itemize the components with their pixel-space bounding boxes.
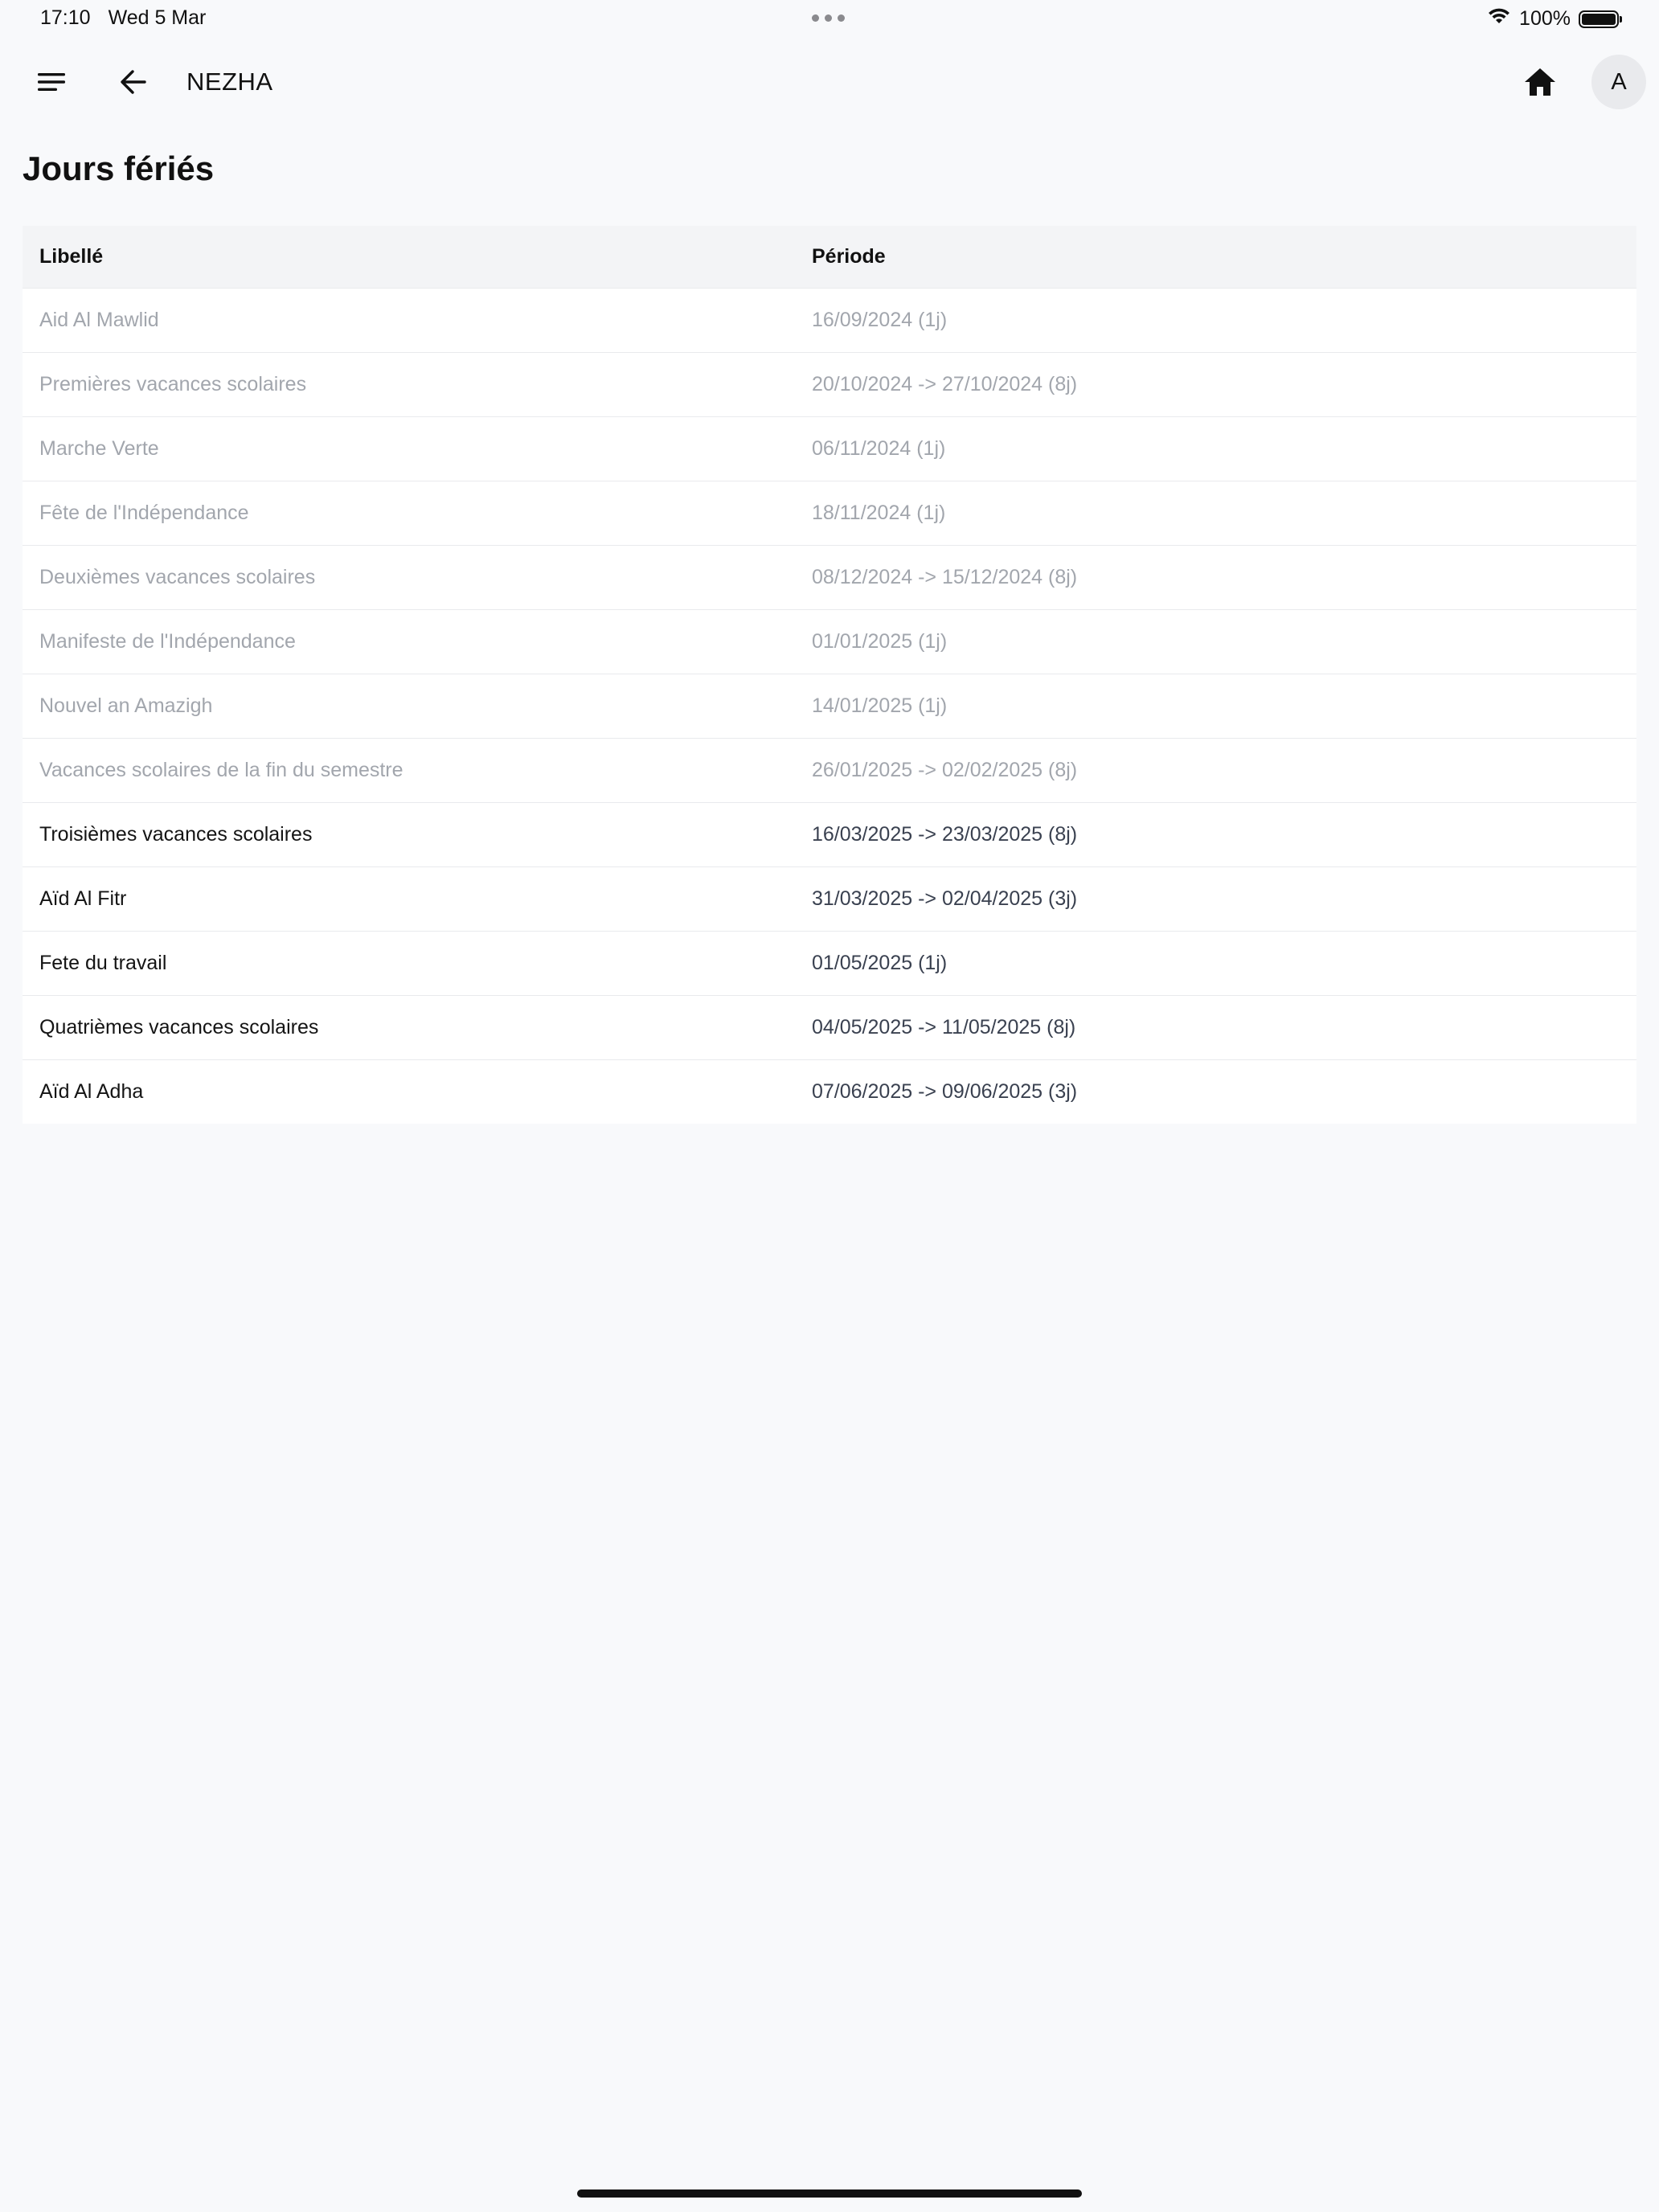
holiday-label: Aïd Al Adha <box>39 1080 144 1103</box>
holiday-label: Troisièmes vacances scolaires <box>39 823 313 846</box>
holiday-period: 31/03/2025 -> 02/04/2025 (3j) <box>812 887 1078 910</box>
table-row[interactable]: Aïd Al Adha 07/06/2025 -> 09/06/2025 (3j) <box>23 1059 1636 1124</box>
holiday-label: Premières vacances scolaires <box>39 373 307 395</box>
holiday-label: Marche Verte <box>39 437 159 460</box>
back-button[interactable] <box>114 63 153 101</box>
holiday-period: 18/11/2024 (1j) <box>812 502 946 524</box>
wifi-icon <box>1487 6 1511 31</box>
home-icon <box>1525 68 1555 96</box>
app-bar: NEZHA A <box>0 48 1659 116</box>
holiday-period: 01/01/2025 (1j) <box>812 630 948 653</box>
status-left: 17:10 Wed 5 Mar <box>40 6 206 30</box>
column-header-period[interactable]: Période <box>812 245 1636 268</box>
holiday-period: 08/12/2024 -> 15/12/2024 (8j) <box>812 566 1078 588</box>
status-bar: 17:10 Wed 5 Mar 100% <box>0 0 1659 39</box>
holiday-period: 04/05/2025 -> 11/05/2025 (8j) <box>812 1016 1076 1038</box>
table-row[interactable]: Nouvel an Amazigh 14/01/2025 (1j) <box>23 674 1636 738</box>
holiday-period: 06/11/2024 (1j) <box>812 437 946 460</box>
avatar[interactable]: A <box>1591 55 1646 109</box>
table-row[interactable]: Fête de l'Indépendance 18/11/2024 (1j) <box>23 481 1636 545</box>
home-indicator[interactable] <box>577 2189 1082 2198</box>
table-row[interactable]: Manifeste de l'Indépendance 01/01/2025 (1… <box>23 609 1636 674</box>
status-date: Wed 5 Mar <box>108 6 207 29</box>
avatar-initial: A <box>1611 68 1627 95</box>
table-row[interactable]: Fete du travail 01/05/2025 (1j) <box>23 931 1636 995</box>
table-row[interactable]: Troisièmes vacances scolaires 16/03/2025 … <box>23 802 1636 866</box>
holiday-period: 16/09/2024 (1j) <box>812 309 948 331</box>
menu-icon <box>38 73 65 91</box>
battery-percentage: 100% <box>1519 7 1571 30</box>
table-row[interactable]: Quatrièmes vacances scolaires 04/05/2025 … <box>23 995 1636 1059</box>
holiday-label: Manifeste de l'Indépendance <box>39 630 296 653</box>
holiday-period: 16/03/2025 -> 23/03/2025 (8j) <box>812 823 1078 846</box>
page-title: Jours fériés <box>23 150 215 187</box>
holiday-period: 07/06/2025 -> 09/06/2025 (3j) <box>812 1080 1078 1103</box>
arrow-left-icon <box>121 70 146 94</box>
holiday-period: 01/05/2025 (1j) <box>812 952 948 974</box>
table-row[interactable]: Deuxièmes vacances scolaires 08/12/2024 -… <box>23 545 1636 609</box>
holiday-period: 14/01/2025 (1j) <box>812 694 948 717</box>
holiday-period: 26/01/2025 -> 02/02/2025 (8j) <box>812 759 1078 781</box>
holiday-label: Aid Al Mawlid <box>39 309 159 331</box>
holiday-period: 20/10/2024 -> 27/10/2024 (8j) <box>812 373 1078 395</box>
table-body: Aid Al Mawlid 16/09/2024 (1j) Premières va… <box>23 288 1636 1124</box>
table-row[interactable]: Aïd Al Fitr 31/03/2025 -> 02/04/2025 (3j) <box>23 866 1636 931</box>
holiday-label: Nouvel an Amazigh <box>39 694 213 717</box>
table-row[interactable]: Aid Al Mawlid 16/09/2024 (1j) <box>23 288 1636 352</box>
battery-icon <box>1579 10 1622 28</box>
home-button[interactable] <box>1519 63 1561 101</box>
table-row[interactable]: Premières vacances scolaires 20/10/2024 -… <box>23 352 1636 416</box>
holiday-label: Vacances scolaires de la fin du semestre <box>39 759 403 781</box>
status-right: 100% <box>1487 6 1622 31</box>
holiday-label: Quatrièmes vacances scolaires <box>39 1016 319 1038</box>
holiday-label: Fete du travail <box>39 952 167 974</box>
app-title: NEZHA <box>186 68 273 96</box>
holiday-label: Aïd Al Fitr <box>39 887 127 910</box>
table-row[interactable]: Marche Verte 06/11/2024 (1j) <box>23 416 1636 481</box>
table-row[interactable]: Vacances scolaires de la fin du semestre… <box>23 738 1636 802</box>
multitasking-dots-icon[interactable] <box>812 14 845 22</box>
menu-button[interactable] <box>32 63 71 101</box>
column-header-label[interactable]: Libellé <box>23 245 812 268</box>
holiday-label: Fête de l'Indépendance <box>39 502 249 524</box>
table-header: Libellé Période <box>23 226 1636 288</box>
holiday-label: Deuxièmes vacances scolaires <box>39 566 316 588</box>
holidays-table: Libellé Période Aid Al Mawlid 16/09/2024 … <box>23 226 1636 1124</box>
status-time: 17:10 <box>40 6 91 29</box>
